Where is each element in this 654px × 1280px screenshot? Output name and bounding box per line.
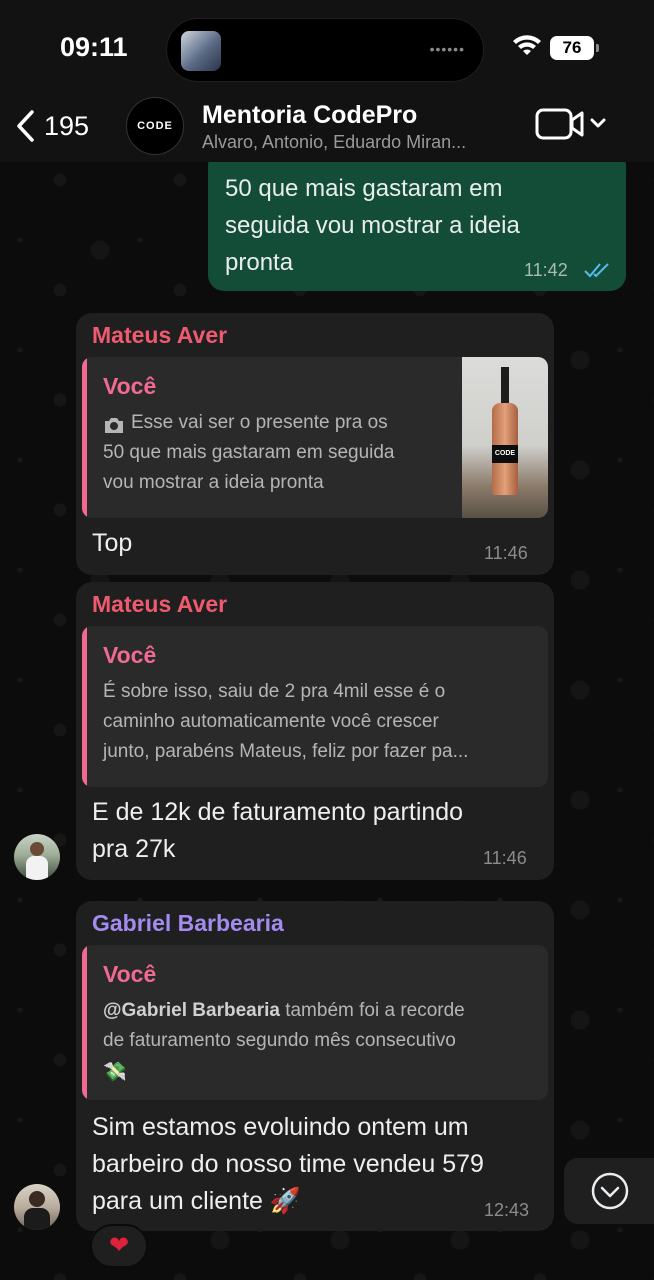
sender-name[interactable]: Mateus Aver bbox=[92, 322, 227, 349]
camera-icon bbox=[105, 418, 123, 433]
message-time: 11:42 bbox=[524, 260, 568, 280]
quote-text: 50 que mais gastaram em seguida bbox=[103, 442, 395, 463]
double-check-icon bbox=[584, 263, 609, 278]
message-time: 12:43 bbox=[484, 1200, 530, 1220]
unread-count: 195 bbox=[44, 110, 90, 141]
mention[interactable]: @Gabriel Barbearia bbox=[103, 1000, 280, 1021]
chevron-down-circle-icon bbox=[591, 1172, 629, 1210]
message-time: 11:46 bbox=[484, 543, 528, 563]
battery-indicator: 76 bbox=[550, 36, 599, 60]
bottle-label: CODE bbox=[492, 445, 518, 463]
back-button[interactable]: 195 bbox=[14, 104, 114, 148]
message-text: Sim estamos evoluindo ontem um bbox=[92, 1113, 469, 1141]
audio-wave-icon: •••••• bbox=[429, 41, 465, 57]
scroll-down-button[interactable] bbox=[564, 1158, 654, 1224]
bottle-image: CODE bbox=[492, 367, 518, 495]
message-time: 11:46 bbox=[483, 848, 527, 868]
sender-name[interactable]: Mateus Aver bbox=[92, 591, 227, 618]
message-text: 50 que mais gastaram em bbox=[225, 175, 503, 202]
quoted-message[interactable]: Você Esse vai ser o presente pra os 50 q… bbox=[82, 357, 548, 518]
group-avatar[interactable]: CODE bbox=[126, 97, 184, 155]
group-avatar-logo: CODE bbox=[137, 120, 173, 132]
media-thumbnail bbox=[181, 31, 221, 71]
status-time: 09:11 bbox=[60, 32, 128, 62]
message-text: para um cliente 🚀 bbox=[92, 1187, 301, 1215]
quote-bar bbox=[82, 357, 87, 518]
quote-text-rest: também foi a recorde bbox=[279, 1000, 465, 1021]
video-call-icon[interactable] bbox=[534, 106, 610, 144]
quote-text: É sobre isso, saiu de 2 pra 4mil esse é … bbox=[103, 681, 446, 702]
quote-author: Você bbox=[103, 961, 157, 987]
quote-text: caminho automaticamente você crescer bbox=[103, 711, 439, 732]
chat-header: 09:11 •••••• 76 195 CODE Mentoria CodePr… bbox=[0, 0, 654, 162]
sender-name[interactable]: Gabriel Barbearia bbox=[92, 910, 284, 937]
quote-text: junto, parabéns Mateus, feliz por fazer … bbox=[103, 741, 469, 762]
avatar[interactable] bbox=[14, 834, 60, 880]
message-text: Top bbox=[92, 529, 133, 557]
heart-reaction[interactable]: ❤ bbox=[90, 1224, 148, 1268]
quote-text: vou mostrar a ideia pronta bbox=[103, 472, 324, 493]
quote-text: @Gabriel Barbearia também foi a recorde bbox=[103, 1000, 465, 1022]
message-text: E de 12k de faturamento partindo bbox=[92, 798, 464, 826]
quote-text: Esse vai ser o presente pra os bbox=[131, 412, 388, 433]
message-text: pronta bbox=[225, 249, 294, 276]
incoming-message[interactable]: Mateus Aver Você Esse vai ser o presente… bbox=[76, 313, 554, 575]
message-text: pra 27k bbox=[92, 835, 176, 863]
wifi-icon bbox=[513, 35, 541, 55]
quoted-message[interactable]: Você @Gabriel Barbearia também foi a rec… bbox=[82, 945, 548, 1100]
outgoing-message[interactable]: 50 que mais gastaram em seguida vou most… bbox=[208, 150, 626, 291]
quote-thumbnail: CODE bbox=[462, 357, 548, 518]
incoming-message[interactable]: Gabriel Barbearia Você @Gabriel Barbeari… bbox=[76, 901, 554, 1231]
dynamic-island[interactable]: •••••• bbox=[166, 18, 484, 82]
avatar[interactable] bbox=[14, 1184, 60, 1230]
chevron-left-icon bbox=[17, 110, 34, 142]
group-members[interactable]: Alvaro, Antonio, Eduardo Miran... bbox=[202, 132, 466, 153]
quote-text: de faturamento segundo mês consecutivo bbox=[103, 1030, 456, 1051]
message-text: seguida vou mostrar a ideia bbox=[225, 212, 520, 239]
quoted-message[interactable]: Você É sobre isso, saiu de 2 pra 4mil es… bbox=[82, 626, 548, 787]
quote-author: Você bbox=[103, 642, 157, 668]
quote-bar bbox=[82, 626, 87, 787]
quote-bar bbox=[82, 945, 87, 1100]
group-title[interactable]: Mentoria CodePro bbox=[202, 101, 417, 130]
money-emoji: 💸 bbox=[103, 1062, 127, 1083]
quote-author: Você bbox=[103, 373, 157, 399]
message-text: barbeiro do nosso time vendeu 579 bbox=[92, 1150, 484, 1178]
incoming-message[interactable]: Mateus Aver Você É sobre isso, saiu de 2… bbox=[76, 582, 554, 880]
